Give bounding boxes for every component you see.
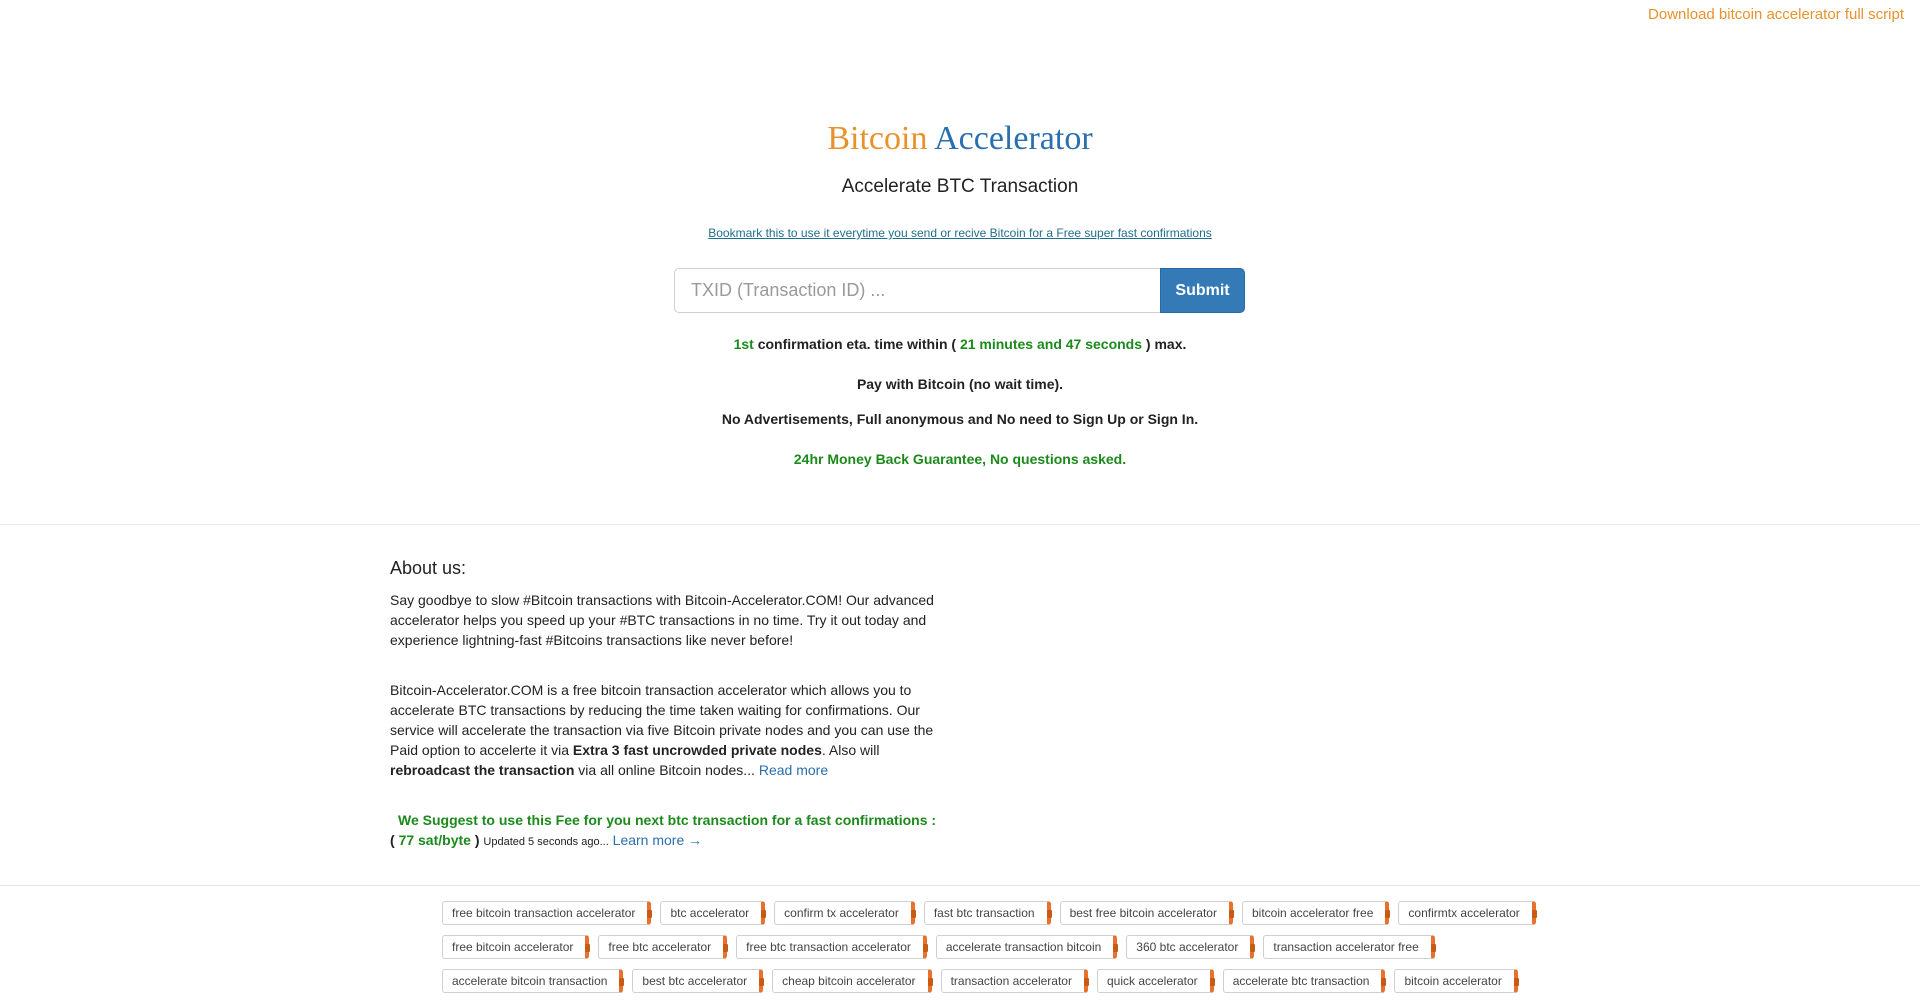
bookmark-wrapper: Bookmark this to use it everytime you se…	[0, 226, 1920, 240]
about-heading: About us:	[390, 558, 467, 578]
about-paragraph-2: Bitcoin-Accelerator.COM is a free bitcoi…	[390, 682, 934, 778]
tag[interactable]: transaction accelerator free	[1263, 935, 1437, 959]
fee-suggestion: We Suggest to use this Fee for you next …	[390, 810, 950, 852]
learn-more-link[interactable]: Learn more →	[613, 832, 702, 848]
eta-time: 21 minutes and 47 seconds	[959, 336, 1143, 352]
fee-updated: Updated 5 seconds ago...	[483, 836, 609, 848]
features-line: No Advertisements, Full anonymous and No…	[721, 411, 1199, 427]
tag[interactable]: free bitcoin transaction accelerator	[442, 901, 653, 925]
title-accelerator: Accelerator	[934, 120, 1093, 157]
guarantee-line: 24hr Money Back Guarantee, No questions …	[793, 451, 1127, 467]
about-paragraph-1: Say goodbye to slow #Bitcoin transaction…	[390, 592, 934, 648]
tag[interactable]: accelerate btc transaction	[1222, 969, 1387, 993]
submit-button[interactable]: Submit	[1160, 268, 1245, 313]
page-subtitle: Accelerate BTC Transaction	[841, 176, 1079, 197]
tag[interactable]: bitcoin accelerator free	[1241, 901, 1391, 925]
tag[interactable]: transaction accelerator	[940, 969, 1090, 993]
divider-top	[0, 524, 1920, 525]
tag[interactable]: cheap bitcoin accelerator	[772, 969, 933, 993]
tag[interactable]: free bitcoin accelerator	[442, 935, 591, 959]
bookmark-link[interactable]: Bookmark this to use it everytime you se…	[708, 226, 1212, 240]
tag[interactable]: free btc accelerator	[598, 935, 728, 959]
title-bitcoin: Bitcoin	[827, 120, 928, 157]
txid-input[interactable]	[674, 268, 1160, 313]
page-title: Bitcoin Accelerator	[0, 116, 1920, 162]
tag-cloud: free bitcoin transaction accelerator btc…	[442, 901, 1538, 1003]
eta-line: 1st confirmation eta. time within ( 21 m…	[0, 336, 1920, 352]
tag[interactable]: btc accelerator	[660, 901, 766, 925]
eta-text: confirmation eta. time within (	[753, 336, 960, 352]
fee-value: 77 sat/byte	[398, 832, 471, 848]
tag[interactable]: bitcoin accelerator	[1394, 969, 1520, 993]
about-section: About us: Say goodbye to slow #Bitcoin t…	[390, 556, 950, 852]
read-more-link[interactable]: Read more	[759, 762, 828, 778]
tag[interactable]: best btc accelerator	[632, 969, 764, 993]
tag[interactable]: 360 btc accelerator	[1126, 935, 1256, 959]
pay-line: Pay with Bitcoin (no wait time).	[856, 376, 1064, 392]
tag[interactable]: quick accelerator	[1096, 969, 1215, 993]
eta-suffix: ) max.	[1142, 336, 1187, 352]
tag-row-2: free bitcoin accelerator free btc accele…	[442, 935, 1502, 961]
tag[interactable]: accelerate bitcoin transaction	[442, 969, 625, 993]
txid-search-form: Submit	[674, 268, 1245, 313]
divider-bottom	[0, 885, 1920, 886]
tag[interactable]: confirmtx accelerator	[1398, 901, 1538, 925]
tag-row-3: accelerate bitcoin transaction best btc …	[442, 969, 1520, 995]
tag[interactable]: fast btc transaction	[923, 901, 1052, 925]
tag-row-1: free bitcoin transaction accelerator btc…	[442, 901, 1538, 927]
fee-line: ( 77 sat/byte ) Updated 5 seconds ago...…	[390, 832, 703, 848]
hero-section: Bitcoin Accelerator Accelerate BTC Trans…	[0, 0, 1920, 524]
fee-heading: We Suggest to use this Fee for you next …	[398, 812, 937, 828]
eta-prefix: 1st	[733, 336, 754, 352]
tag[interactable]: free btc transaction accelerator	[736, 935, 928, 959]
tag[interactable]: best free bitcoin accelerator	[1059, 901, 1235, 925]
tag[interactable]: confirm tx accelerator	[774, 901, 916, 925]
tag[interactable]: accelerate transaction bitcoin	[935, 935, 1119, 959]
